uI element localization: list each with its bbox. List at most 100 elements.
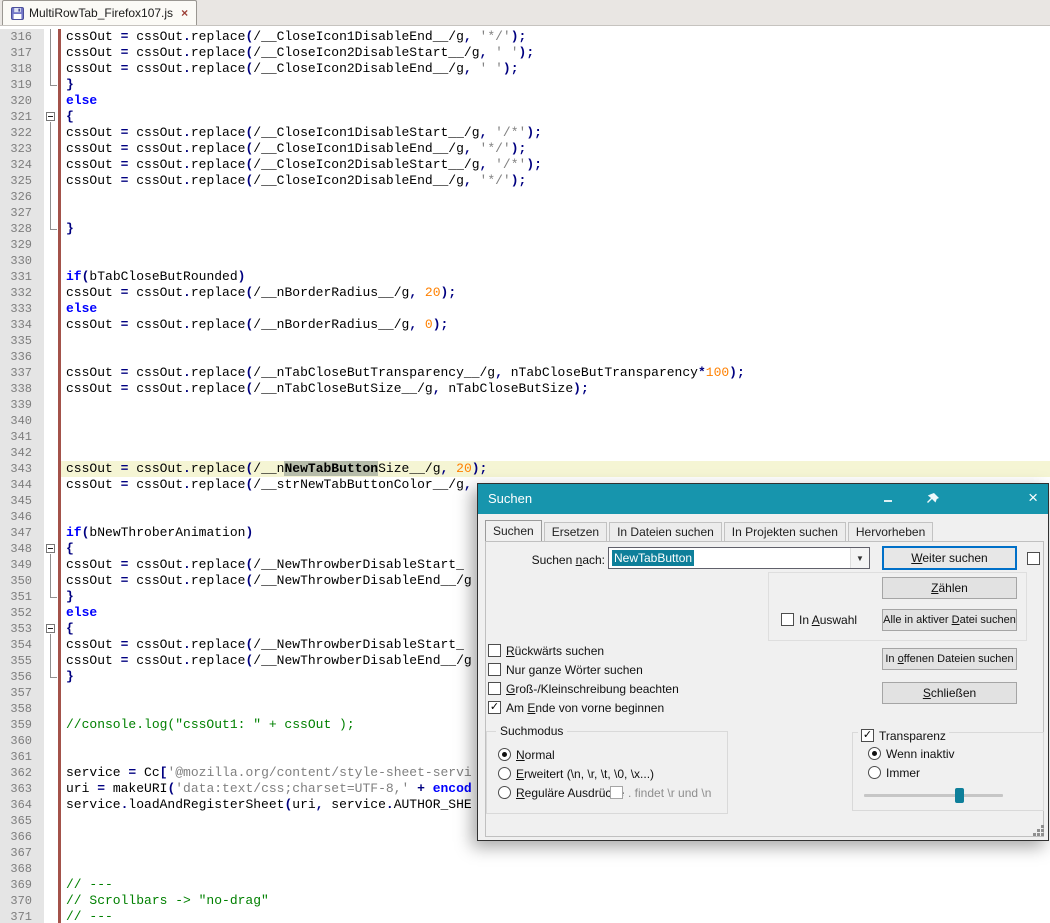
code-line[interactable]: 322cssOut = cssOut.replace(/__CloseIcon1… [0, 125, 1050, 141]
line-number[interactable]: 361 [0, 749, 44, 765]
line-number[interactable]: 326 [0, 189, 44, 205]
fold-margin[interactable] [44, 621, 58, 637]
line-number[interactable]: 341 [0, 429, 44, 445]
chevron-down-icon[interactable]: ▼ [850, 548, 869, 568]
find-next-button[interactable]: Weiter suchen [882, 546, 1017, 570]
line-number[interactable]: 330 [0, 253, 44, 269]
code-line[interactable]: 369// --- [0, 877, 1050, 893]
code-line[interactable]: 368 [0, 861, 1050, 877]
search-mode-radio-1[interactable]: Erweitert (\n, \r, \t, \0, \x...) [498, 764, 654, 783]
line-number[interactable]: 354 [0, 637, 44, 653]
radio-icon[interactable] [498, 748, 511, 761]
line-number[interactable]: 358 [0, 701, 44, 717]
code-line[interactable]: 326 [0, 189, 1050, 205]
code-line[interactable]: 324cssOut = cssOut.replace(/__CloseIcon2… [0, 157, 1050, 173]
code-line[interactable]: 338cssOut = cssOut.replace(/__nTabCloseB… [0, 381, 1050, 397]
line-number[interactable]: 337 [0, 365, 44, 381]
transparency-slider[interactable] [864, 788, 1003, 803]
line-number[interactable]: 346 [0, 509, 44, 525]
code-line[interactable]: 335 [0, 333, 1050, 349]
code-line[interactable]: 328} [0, 221, 1050, 237]
line-number[interactable]: 348 [0, 541, 44, 557]
line-number[interactable]: 356 [0, 669, 44, 685]
line-number[interactable]: 332 [0, 285, 44, 301]
line-number[interactable]: 316 [0, 29, 44, 45]
line-number[interactable]: 357 [0, 685, 44, 701]
line-number[interactable]: 363 [0, 781, 44, 797]
code-line[interactable]: 327 [0, 205, 1050, 221]
code-line[interactable]: 317cssOut = cssOut.replace(/__CloseIcon2… [0, 45, 1050, 61]
line-number[interactable]: 369 [0, 877, 44, 893]
close-button[interactable]: Schließen [882, 682, 1017, 704]
line-number[interactable]: 349 [0, 557, 44, 573]
code-line[interactable]: 333else [0, 301, 1050, 317]
code-line[interactable]: 332cssOut = cssOut.replace(/__nBorderRad… [0, 285, 1050, 301]
line-number[interactable]: 355 [0, 653, 44, 669]
checkbox-icon[interactable] [488, 644, 501, 657]
line-number[interactable]: 319 [0, 77, 44, 93]
dialog-tab-4[interactable]: Hervorheben [848, 522, 933, 541]
line-number[interactable]: 353 [0, 621, 44, 637]
code-line[interactable]: 320else [0, 93, 1050, 109]
line-number[interactable]: 323 [0, 141, 44, 157]
checkbox-icon[interactable] [781, 613, 794, 626]
find-option-0[interactable]: Rückwärts suchen [488, 641, 679, 660]
tab-close-icon[interactable]: × [181, 7, 188, 19]
line-number[interactable]: 343 [0, 461, 44, 477]
dialog-tab-3[interactable]: In Projekten suchen [724, 522, 846, 541]
code-line[interactable]: 331if(bTabCloseButRounded) [0, 269, 1050, 285]
radio-icon[interactable] [868, 766, 881, 779]
misc-checkbox[interactable] [1027, 552, 1040, 565]
line-number[interactable]: 342 [0, 445, 44, 461]
code-line[interactable]: 342 [0, 445, 1050, 461]
line-number[interactable]: 352 [0, 605, 44, 621]
line-number[interactable]: 364 [0, 797, 44, 813]
line-number[interactable]: 336 [0, 349, 44, 365]
line-number[interactable]: 328 [0, 221, 44, 237]
dialog-titlebar[interactable]: Suchen × [478, 484, 1048, 514]
line-number[interactable]: 331 [0, 269, 44, 285]
code-line[interactable]: 330 [0, 253, 1050, 269]
line-number[interactable]: 368 [0, 861, 44, 877]
fold-collapse-icon[interactable] [46, 544, 55, 553]
line-number[interactable]: 362 [0, 765, 44, 781]
checkbox-icon[interactable] [488, 663, 501, 676]
line-number[interactable]: 317 [0, 45, 44, 61]
find-all-current-file-button[interactable]: Alle in aktiver Datei suchen [882, 609, 1017, 631]
fold-margin[interactable] [44, 109, 58, 125]
pin-icon[interactable] [926, 492, 940, 506]
line-number[interactable]: 329 [0, 237, 44, 253]
radio-icon[interactable] [498, 767, 511, 780]
transparency-slider-handle[interactable] [955, 788, 964, 803]
code-line[interactable]: 321{ [0, 109, 1050, 125]
find-option-1[interactable]: Nur ganze Wörter suchen [488, 660, 679, 679]
line-number[interactable]: 344 [0, 477, 44, 493]
dialog-tab-2[interactable]: In Dateien suchen [609, 522, 722, 541]
line-number[interactable]: 324 [0, 157, 44, 173]
line-number[interactable]: 370 [0, 893, 44, 909]
line-number[interactable]: 327 [0, 205, 44, 221]
line-number[interactable]: 359 [0, 717, 44, 733]
transparency-radio-0[interactable]: Wenn inaktiv [868, 744, 954, 763]
line-number[interactable]: 334 [0, 317, 44, 333]
line-number[interactable]: 360 [0, 733, 44, 749]
code-line[interactable]: 340 [0, 413, 1050, 429]
line-number[interactable]: 335 [0, 333, 44, 349]
in-selection-checkbox[interactable]: In Auswahl [781, 610, 857, 629]
line-number[interactable]: 367 [0, 845, 44, 861]
line-number[interactable]: 365 [0, 813, 44, 829]
line-number[interactable]: 333 [0, 301, 44, 317]
code-line[interactable]: 341 [0, 429, 1050, 445]
code-line[interactable]: 371// --- [0, 909, 1050, 923]
search-combobox[interactable]: NewTabButton ▼ [608, 547, 870, 569]
fold-margin[interactable] [44, 541, 58, 557]
line-number[interactable]: 325 [0, 173, 44, 189]
code-line[interactable]: 343cssOut = cssOut.replace(/__nNewTabBut… [0, 461, 1050, 477]
line-number[interactable]: 318 [0, 61, 44, 77]
checkbox-icon[interactable]: ✓ [861, 729, 874, 742]
line-number[interactable]: 320 [0, 93, 44, 109]
find-all-open-files-button[interactable]: In offenen Dateien suchen [882, 648, 1017, 670]
line-number[interactable]: 371 [0, 909, 44, 923]
code-line[interactable]: 318cssOut = cssOut.replace(/__CloseIcon2… [0, 61, 1050, 77]
checkbox-icon[interactable] [488, 682, 501, 695]
